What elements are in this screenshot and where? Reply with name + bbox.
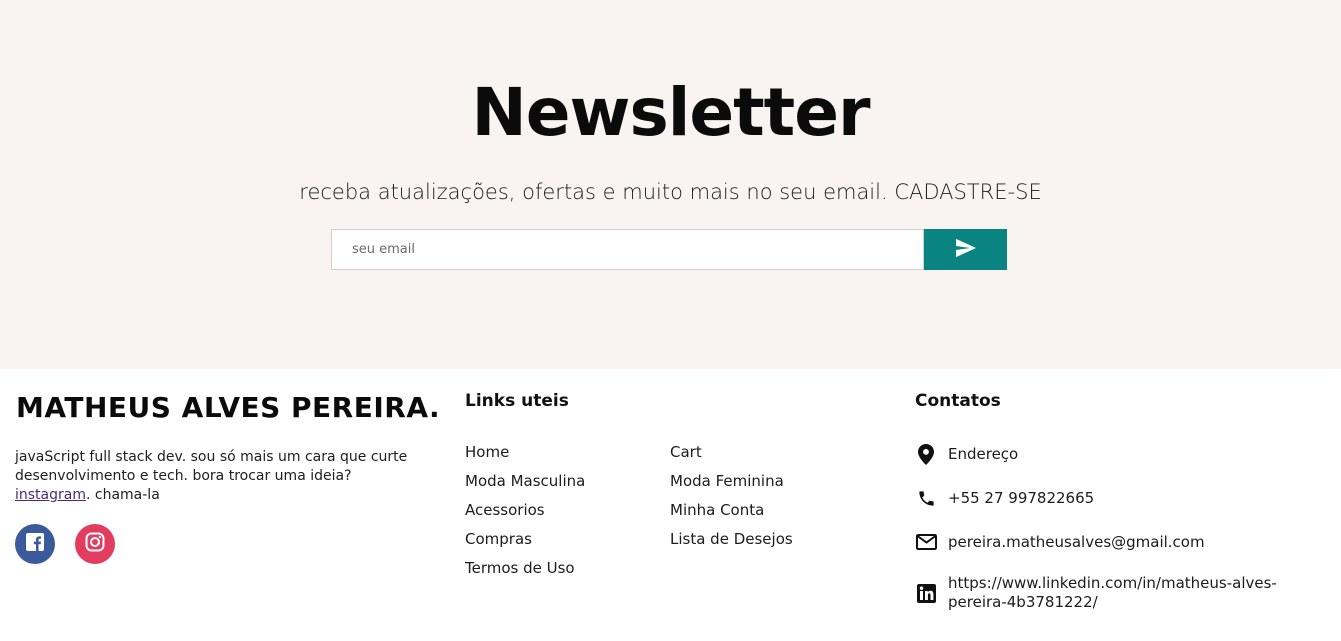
links-column-1: Home Moda Masculina Acessorios Compras T… [465,442,585,587]
link-home[interactable]: Home [465,443,509,461]
link-cart[interactable]: Cart [670,443,702,461]
link-moda-feminina[interactable]: Moda Feminina [670,472,784,490]
send-icon [955,238,977,261]
links-column-2: Cart Moda Feminina Minha Conta Lista de … [670,442,793,558]
contact-phone-text: +55 27 997822665 [948,488,1095,507]
brand-name: MATHEUS ALVES PEREIRA. [16,391,441,424]
facebook-button[interactable] [15,524,55,564]
linkedin-icon [915,582,937,604]
list-item: Minha Conta [670,500,793,529]
contact-address-text: Endereço [948,444,1019,463]
newsletter-form [331,229,1007,270]
contacts-title: Contatos [915,391,1001,411]
list-item: Acessorios [465,500,585,529]
phone-icon [915,487,937,509]
newsletter-section: Newsletter receba atualizações, ofertas … [0,0,1341,369]
link-moda-masculina[interactable]: Moda Masculina [465,472,585,490]
contact-email: pereira.matheusalves@gmail.com [915,531,1205,553]
bio-text: javaScript full stack dev. sou só mais u… [15,449,408,484]
instagram-link[interactable]: instagram [15,487,86,503]
bio-suffix: . chama-la [85,487,160,503]
link-compras[interactable]: Compras [465,530,532,548]
link-acessorios[interactable]: Acessorios [465,501,545,519]
contact-address: Endereço [915,443,1018,465]
list-item: Moda Masculina [465,471,585,500]
instagram-button[interactable] [75,524,115,564]
contact-linkedin: https://www.linkedin.com/in/matheus-alve… [915,574,1325,612]
link-minha-conta[interactable]: Minha Conta [670,501,764,519]
list-item: Termos de Uso [465,558,585,587]
list-item: Cart [670,442,793,471]
email-input[interactable] [331,229,924,270]
instagram-icon [85,532,105,556]
newsletter-subtitle: receba atualizações, ofertas e muito mai… [299,180,1042,204]
list-item: Compras [465,529,585,558]
link-termos-de-uso[interactable]: Termos de Uso [465,559,575,577]
link-lista-de-desejos[interactable]: Lista de Desejos [670,530,793,548]
list-item: Home [465,442,585,471]
list-item: Lista de Desejos [670,529,793,558]
facebook-icon [26,533,44,555]
contact-phone: +55 27 997822665 [915,487,1094,509]
contact-linkedin-text[interactable]: https://www.linkedin.com/in/matheus-alve… [948,574,1325,612]
footer: MATHEUS ALVES PEREIRA. javaScript full s… [0,369,1341,641]
newsletter-title: Newsletter [471,74,870,151]
send-button[interactable] [924,229,1007,270]
location-pin-icon [915,443,937,465]
mail-icon [915,531,937,553]
list-item: Moda Feminina [670,471,793,500]
contact-email-text[interactable]: pereira.matheusalves@gmail.com [948,533,1205,552]
links-title: Links uteis [465,391,569,411]
bio: javaScript full stack dev. sou só mais u… [15,448,415,505]
